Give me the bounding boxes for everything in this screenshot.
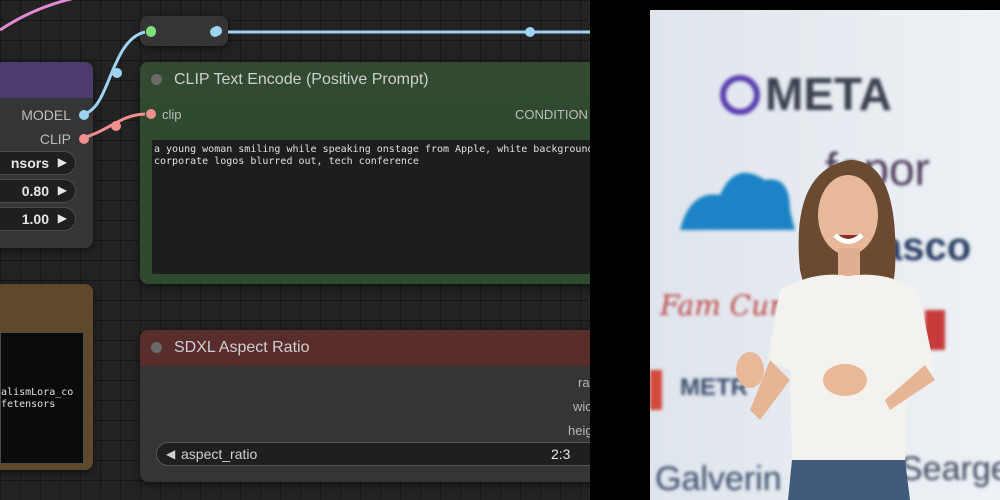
sdxl-node-header[interactable]: SDXL Aspect Ratio [140, 330, 590, 366]
output-width-label: wic [573, 399, 590, 414]
clip-input-port[interactable] [146, 109, 156, 119]
logo-galverin: Galverin [655, 460, 782, 498]
strength-clip-widget[interactable]: 1.00 ▶ [0, 207, 76, 231]
prompt-textarea[interactable]: a young woman smiling while speaking ons… [152, 140, 590, 274]
logo-seargen: Seargen [900, 450, 1000, 488]
output-clip-port[interactable] [79, 134, 89, 144]
clip-node-header[interactable]: CLIP Text Encode (Positive Prompt) [140, 62, 590, 98]
wire-midpoint-dot[interactable] [111, 121, 121, 131]
strength-clip-value: 1.00 [21, 211, 49, 227]
reroute-input-port[interactable] [146, 26, 156, 36]
output-ratio-label: ra [578, 375, 590, 390]
increment-arrow-icon[interactable]: ▶ [58, 211, 67, 225]
collapse-dot-icon[interactable] [151, 74, 162, 85]
sdxl-aspect-ratio-node[interactable]: SDXL Aspect Ratio ra wic heig ◀ aspect_r… [140, 330, 590, 482]
node-canvas[interactable]: MODEL CLIP nsors ▶ 0.80 ▶ 1.00 ▶ Realism… [0, 0, 590, 500]
lora-info-node-header[interactable] [0, 284, 93, 320]
aspect-ratio-value: 2:3 [551, 446, 571, 462]
lora-info-line-1: RealismLora_co [1, 387, 74, 398]
lora-name-value: nsors [10, 155, 49, 171]
lora-node-header[interactable] [0, 62, 93, 98]
panel-gap [590, 0, 650, 500]
output-clip-label: CLIP [39, 131, 71, 147]
reroute-output-port[interactable] [212, 26, 222, 36]
logo-fragment [650, 370, 662, 410]
generated-image-preview: META fopor asco Fam Cura METR Galverin S… [650, 10, 1000, 500]
reroute-node[interactable] [140, 16, 228, 46]
prompt-line-2: corporate logos blurred out, tech confer… [154, 156, 419, 167]
lora-loader-node[interactable]: MODEL CLIP nsors ▶ 0.80 ▶ 1.00 ▶ [0, 62, 93, 248]
aspect-ratio-label: aspect_ratio [181, 446, 258, 462]
clip-input-label: clip [162, 107, 182, 122]
prompt-line-1: a young woman smiling while speaking ons… [154, 144, 590, 155]
increment-arrow-icon[interactable]: ▶ [58, 183, 67, 197]
lora-info-node[interactable]: RealismLora_co safetensors [0, 284, 93, 470]
wire-midpoint-dot[interactable] [525, 27, 535, 37]
decrement-arrow-icon[interactable]: ◀ [166, 447, 175, 461]
wire-magenta [0, 0, 73, 32]
logo-meta: META [765, 68, 892, 120]
conditioning-output-label: CONDITION [515, 107, 588, 122]
clip-node-title: CLIP Text Encode (Positive Prompt) [174, 71, 429, 88]
sdxl-node-title: SDXL Aspect Ratio [174, 339, 310, 356]
lora-name-widget[interactable]: nsors ▶ [0, 151, 76, 175]
clip-text-encode-node[interactable]: CLIP Text Encode (Positive Prompt) clip … [140, 62, 590, 284]
strength-model-widget[interactable]: 0.80 ▶ [0, 179, 76, 203]
output-height-label: heig [568, 423, 590, 438]
collapse-dot-icon[interactable] [151, 342, 162, 353]
output-model-port[interactable] [79, 110, 89, 120]
speaker-photo: META fopor asco Fam Cura METR Galverin S… [650, 10, 1000, 500]
lora-info-line-2: safetensors [1, 399, 56, 410]
wire-midpoint-dot[interactable] [112, 68, 122, 78]
increment-arrow-icon[interactable]: ▶ [58, 155, 67, 169]
output-model-label: MODEL [21, 107, 71, 123]
lora-info-textbox[interactable]: RealismLora_co safetensors [0, 332, 84, 464]
strength-model-value: 0.80 [21, 183, 49, 199]
aspect-ratio-widget[interactable]: ◀ aspect_ratio 2:3 [156, 442, 590, 466]
